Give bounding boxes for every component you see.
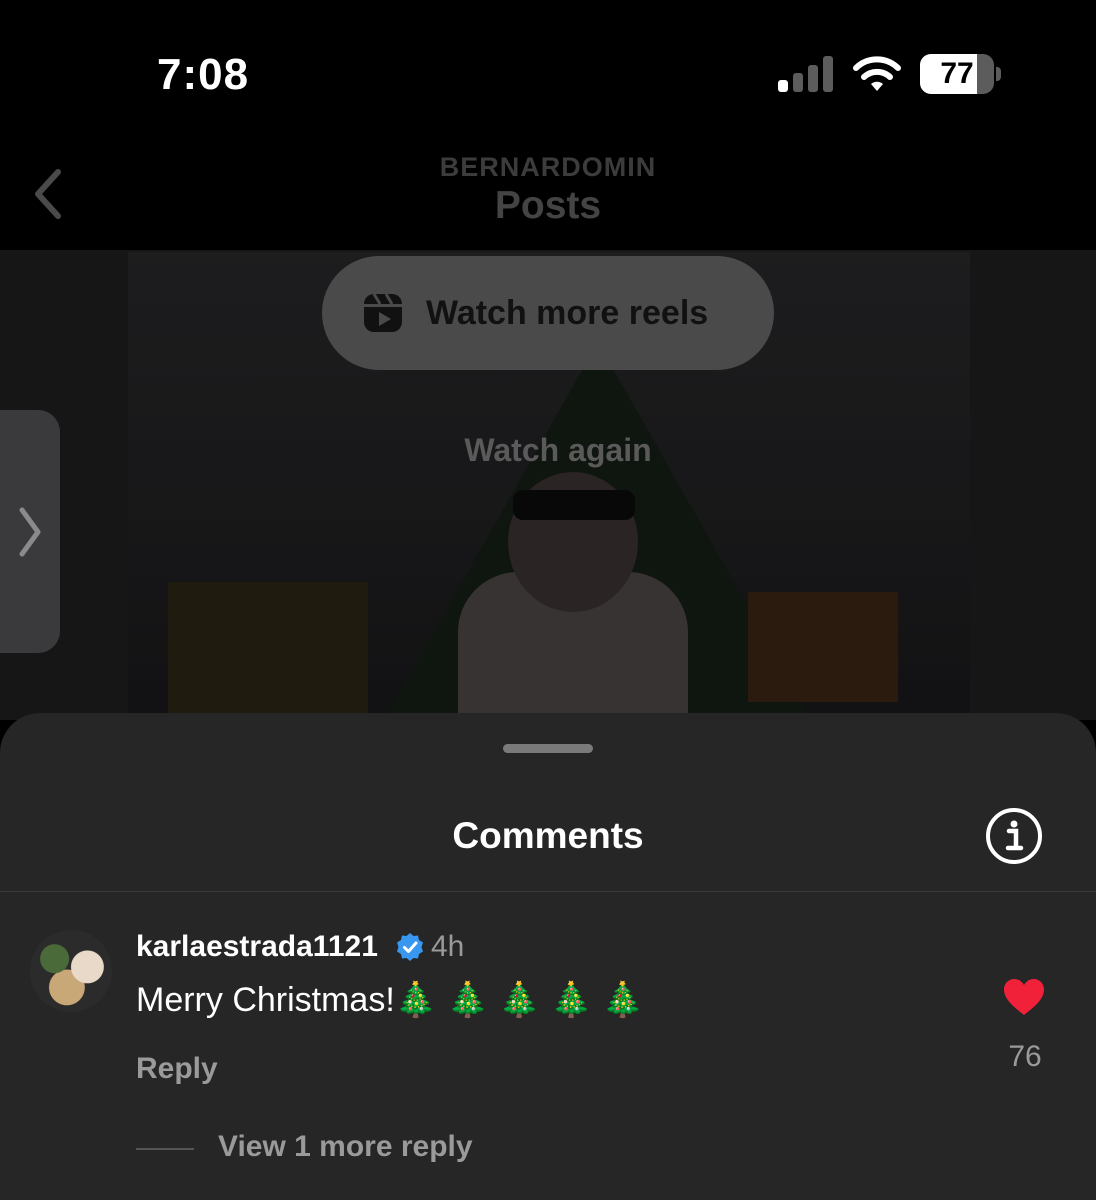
nav-header: BERNARDOMIN Posts [0, 140, 1096, 250]
battery-level: 77 [940, 57, 974, 90]
comment-username[interactable]: karlaestrada1121 [136, 930, 378, 964]
side-expand-tab[interactable] [0, 410, 60, 653]
comments-sheet: Comments karlaestrada1121 4h Merry Chris… [0, 713, 1096, 1200]
nav-username: BERNARDOMIN [439, 152, 657, 182]
side-chevron-icon [19, 507, 41, 557]
view-replies-line [136, 1148, 194, 1150]
status-time: 7:08 [157, 50, 250, 99]
status-bar: 7:08 77 [0, 0, 1096, 140]
comment-text: Merry Christmas!🎄 🎄 🎄 🎄 🎄 [136, 981, 645, 1019]
comment-item: karlaestrada1121 4h Merry Christmas!🎄 🎄 … [0, 892, 1096, 1192]
avatar[interactable] [30, 930, 112, 1012]
page-title: Posts [494, 184, 602, 227]
battery-icon: 77 [920, 54, 1001, 94]
verified-badge-icon [397, 933, 423, 961]
watch-more-reels-button[interactable]: Watch more reels [322, 256, 774, 370]
reels-icon [364, 293, 402, 332]
signal-icon [778, 56, 833, 92]
watch-more-reels-label: Watch more reels [426, 294, 709, 332]
view-more-replies-button[interactable]: View 1 more reply [218, 1130, 473, 1164]
reel-media[interactable]: Watch more reels Watch again [0, 250, 1096, 720]
heart-icon[interactable] [1003, 978, 1045, 1016]
info-icon[interactable] [984, 806, 1044, 866]
comments-title: Comments [452, 815, 644, 856]
wifi-icon [853, 56, 901, 91]
sheet-grabber[interactable] [503, 744, 593, 753]
like-count: 76 [1008, 1040, 1042, 1073]
watch-again-button[interactable]: Watch again [0, 432, 1096, 469]
reply-button[interactable]: Reply [136, 1052, 218, 1086]
comment-time: 4h [431, 930, 465, 963]
